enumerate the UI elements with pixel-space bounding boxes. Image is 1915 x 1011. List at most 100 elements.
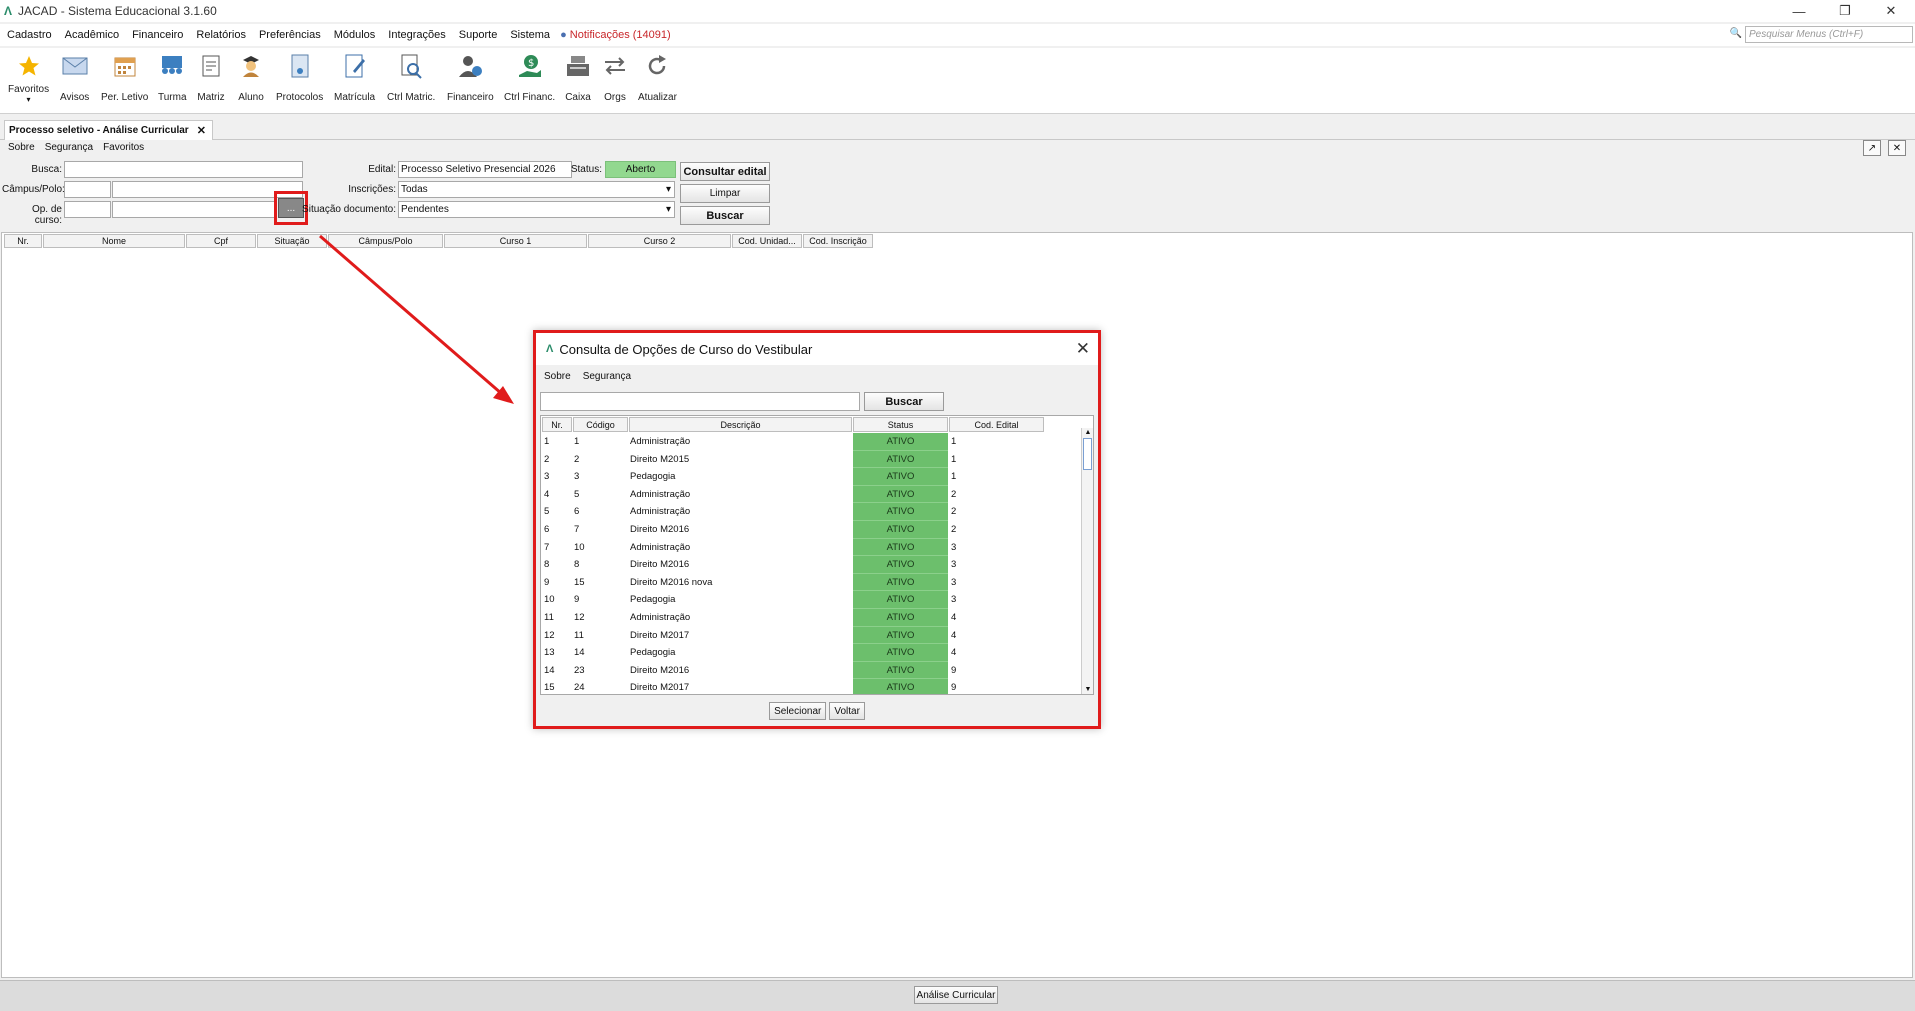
col-header[interactable]: Situação bbox=[257, 234, 327, 248]
table-row[interactable]: 1 1 Administração ATIVO 1 bbox=[541, 433, 1081, 451]
table-row[interactable]: 4 5 Administração ATIVO 2 bbox=[541, 485, 1081, 504]
situacao-select[interactable]: Pendentes bbox=[398, 201, 675, 218]
menu-integracoes[interactable]: Integrações bbox=[388, 29, 445, 41]
detach-tab-icon[interactable]: ↗ bbox=[1863, 140, 1881, 156]
table-row[interactable]: 8 8 Direito M2016 ATIVO 3 bbox=[541, 556, 1081, 574]
vertical-scrollbar[interactable]: ▲ ▼ bbox=[1081, 428, 1093, 694]
voltar-button[interactable]: Voltar bbox=[829, 702, 865, 720]
cell-nr: 12 bbox=[544, 629, 555, 641]
toolbar-avisos[interactable]: Avisos bbox=[60, 52, 89, 103]
col-header[interactable]: Cod. Edital bbox=[949, 417, 1044, 432]
menu-financeiro[interactable]: Financeiro bbox=[132, 29, 183, 41]
cell-descricao: Administração bbox=[630, 541, 691, 553]
dialog-menu-sobre[interactable]: Sobre bbox=[544, 371, 571, 382]
toolbar-ctrl-matric[interactable]: Ctrl Matric. bbox=[387, 52, 435, 103]
cell-descricao: Direito M2016 nova bbox=[630, 576, 713, 588]
menu-modulos[interactable]: Módulos bbox=[334, 29, 376, 41]
table-row[interactable]: 12 11 Direito M2017 ATIVO 4 bbox=[541, 626, 1081, 645]
cell-nr: 15 bbox=[544, 682, 555, 694]
inscricoes-select[interactable]: Todas bbox=[398, 181, 675, 198]
toolbar-matriz[interactable]: Matriz bbox=[197, 52, 225, 103]
consultar-edital-button[interactable]: Consultar edital bbox=[680, 162, 770, 181]
col-header[interactable]: Câmpus/Polo bbox=[328, 234, 443, 248]
restore-button[interactable]: ❐ bbox=[1822, 0, 1868, 22]
refresh-icon bbox=[643, 52, 671, 80]
close-icon[interactable]: ✕ bbox=[197, 124, 206, 137]
minimize-button[interactable]: — bbox=[1776, 0, 1822, 22]
col-header[interactable]: Descrição bbox=[629, 417, 852, 432]
table-row[interactable]: 10 9 Pedagogia ATIVO 3 bbox=[541, 591, 1081, 609]
toolbar-caixa[interactable]: Caixa bbox=[564, 52, 592, 103]
toolbar-aluno[interactable]: Aluno bbox=[237, 52, 265, 103]
table-row[interactable]: 9 15 Direito M2016 nova ATIVO 3 bbox=[541, 573, 1081, 592]
cell-codigo: 5 bbox=[574, 488, 580, 500]
opcurso-code-input[interactable] bbox=[64, 201, 111, 218]
dialog-menu-seguranca[interactable]: Segurança bbox=[583, 371, 631, 382]
toolbar-per-letivo[interactable]: Per. Letivo bbox=[101, 52, 148, 103]
toolbar-protocolos[interactable]: Protocolos bbox=[276, 52, 323, 103]
dialog-buscar-button[interactable]: Buscar bbox=[864, 392, 944, 411]
col-header[interactable]: Curso 2 bbox=[588, 234, 731, 248]
table-row[interactable]: 6 7 Direito M2016 ATIVO 2 bbox=[541, 521, 1081, 539]
edital-input[interactable]: Processo Seletivo Presencial 2026 bbox=[398, 161, 572, 178]
menu-cadastro[interactable]: Cadastro bbox=[7, 29, 52, 41]
scroll-up-icon[interactable]: ▲ bbox=[1083, 428, 1093, 438]
toolbar-turma[interactable]: Turma bbox=[158, 52, 187, 103]
toolbar-financeiro[interactable]: Financeiro bbox=[447, 52, 494, 103]
close-window-button[interactable]: ✕ bbox=[1868, 0, 1914, 22]
table-row[interactable]: 14 23 Direito M2016 ATIVO 9 bbox=[541, 661, 1081, 680]
scroll-down-icon[interactable]: ▼ bbox=[1083, 685, 1093, 694]
col-header[interactable]: Cpf bbox=[186, 234, 256, 248]
table-row[interactable]: 13 14 Pedagogia ATIVO 4 bbox=[541, 644, 1081, 662]
busca-input[interactable] bbox=[64, 161, 303, 178]
toolbar-ctrl-financ[interactable]: $ Ctrl Financ. bbox=[504, 52, 555, 103]
toolbar-label: Ctrl Matric. bbox=[387, 92, 436, 103]
col-header[interactable]: Curso 1 bbox=[444, 234, 587, 248]
close-icon[interactable]: ✕ bbox=[1076, 339, 1090, 359]
table-row[interactable]: 5 6 Administração ATIVO 2 bbox=[541, 503, 1081, 521]
menu-relatorios[interactable]: Relatórios bbox=[196, 29, 246, 41]
opcurso-name-input[interactable] bbox=[112, 201, 276, 218]
buscar-button[interactable]: Buscar bbox=[680, 206, 770, 225]
analise-curricular-button[interactable]: Análise Curricular bbox=[914, 986, 998, 1004]
submenu-favoritos[interactable]: Favoritos bbox=[103, 142, 144, 156]
submenu-seguranca[interactable]: Segurança bbox=[45, 142, 93, 156]
table-row[interactable]: 11 12 Administração ATIVO 4 bbox=[541, 609, 1081, 627]
toolbar-orgs[interactable]: Orgs bbox=[601, 52, 629, 103]
table-row[interactable]: 7 10 Administração ATIVO 3 bbox=[541, 538, 1081, 557]
col-header[interactable]: Nr. bbox=[4, 234, 42, 248]
inscricoes-label: Inscrições: bbox=[348, 184, 396, 195]
cell-edital: 2 bbox=[951, 524, 957, 535]
col-header[interactable]: Nome bbox=[43, 234, 185, 248]
col-header[interactable]: Código bbox=[573, 417, 628, 432]
table-row[interactable]: 15 24 Direito M2017 ATIVO 9 bbox=[541, 679, 1081, 694]
close-tab-icon[interactable]: ✕ bbox=[1888, 140, 1906, 156]
menu-sistema[interactable]: Sistema bbox=[510, 29, 550, 41]
col-header[interactable]: Cod. Unidad... bbox=[732, 234, 802, 248]
menu-search-input[interactable]: Pesquisar Menus (Ctrl+F) bbox=[1745, 26, 1913, 43]
cell-nr: 5 bbox=[544, 506, 550, 518]
cell-edital: 1 bbox=[951, 471, 957, 483]
menu-academico[interactable]: Acadêmico bbox=[65, 29, 119, 41]
toolbar-favoritos[interactable]: Favoritos ▾ bbox=[8, 52, 49, 104]
toolbar-matricula[interactable]: Matrícula bbox=[334, 52, 375, 103]
tab-analise-curricular[interactable]: Processo seletivo - Análise Curricular ✕ bbox=[4, 120, 213, 140]
notifications-link[interactable]: ● Notificações (14091) bbox=[560, 29, 671, 41]
col-header[interactable]: Status bbox=[853, 417, 948, 432]
selecionar-button[interactable]: Selecionar bbox=[769, 702, 827, 720]
col-header[interactable]: Cod. Inscrição bbox=[803, 234, 873, 248]
campus-code-input[interactable] bbox=[64, 181, 111, 198]
cell-nr: 3 bbox=[544, 471, 550, 483]
table-row[interactable]: 2 2 Direito M2015 ATIVO 1 bbox=[541, 450, 1081, 469]
scroll-thumb[interactable] bbox=[1083, 438, 1092, 470]
menu-suporte[interactable]: Suporte bbox=[459, 29, 498, 41]
menu-preferencias[interactable]: Preferências bbox=[259, 29, 321, 41]
col-header[interactable]: Nr. bbox=[542, 417, 572, 432]
dialog-footer: Selecionar Voltar bbox=[536, 697, 1098, 725]
table-row[interactable]: 3 3 Pedagogia ATIVO 1 bbox=[541, 468, 1081, 486]
limpar-button[interactable]: Limpar bbox=[680, 184, 770, 203]
submenu-sobre[interactable]: Sobre bbox=[8, 142, 35, 156]
cell-status: ATIVO bbox=[853, 661, 948, 680]
toolbar-atualizar[interactable]: Atualizar bbox=[638, 52, 677, 103]
dialog-search-input[interactable] bbox=[540, 392, 860, 411]
